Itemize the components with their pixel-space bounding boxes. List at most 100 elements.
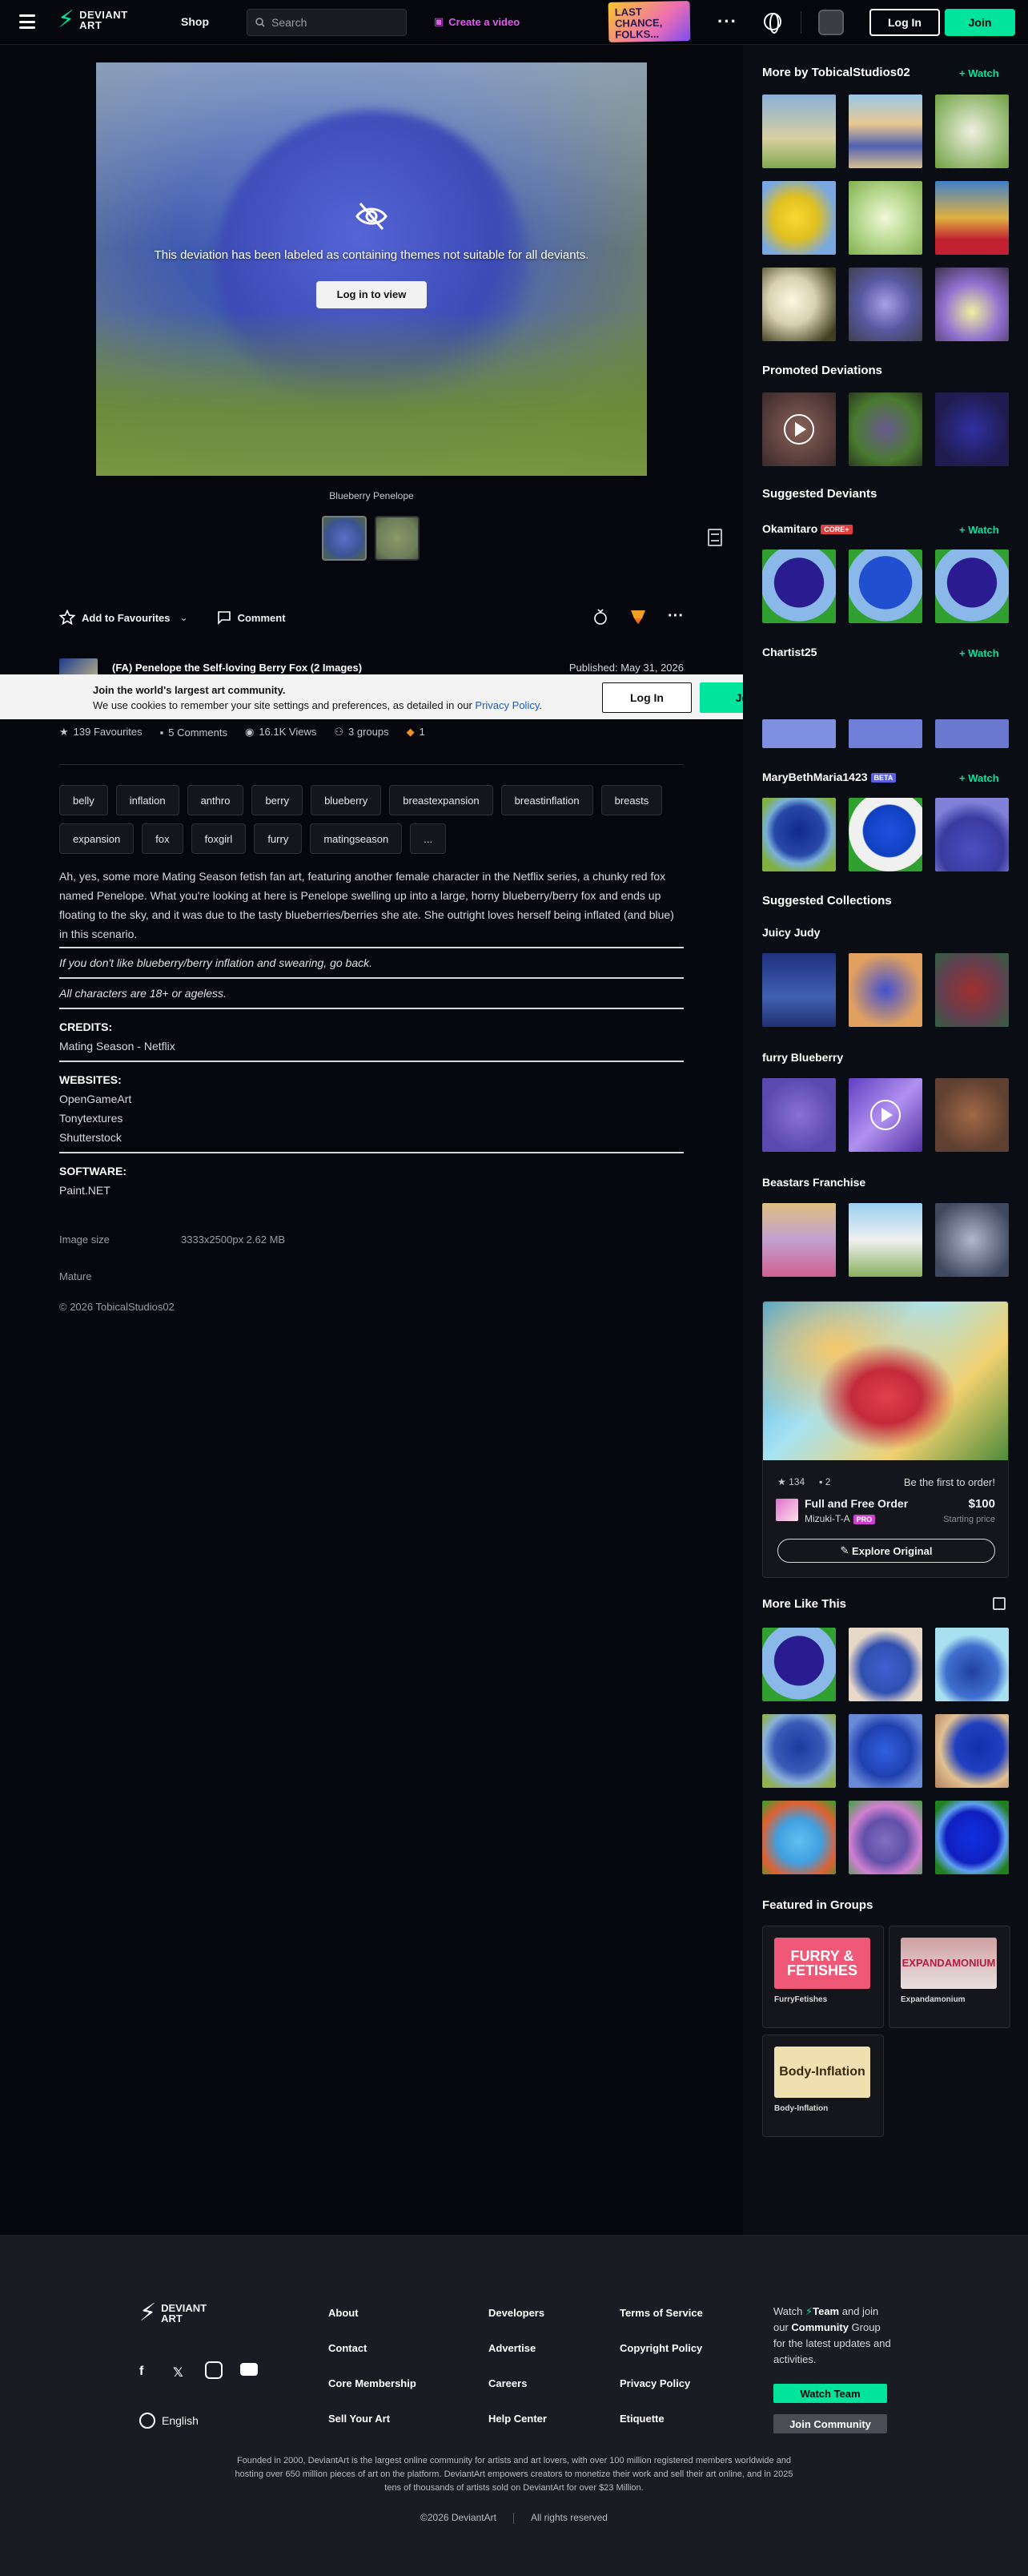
footer-logo[interactable]: ⚡ DEVIANT ART	[139, 2299, 207, 2327]
footer-link-about[interactable]: About	[328, 2307, 359, 2319]
okamitaro-thumb-3[interactable]	[935, 549, 1009, 623]
join-community-button[interactable]: Join Community	[773, 2414, 887, 2433]
more-by-thumb-7[interactable]	[762, 268, 836, 341]
add-to-favourites-button[interactable]: Add to Favourites	[59, 610, 171, 626]
thumbnail-1[interactable]	[322, 516, 367, 561]
promo-banner[interactable]: LAST CHANCE, FOLKS...	[608, 1, 691, 42]
watch-button[interactable]: + Watch	[959, 67, 999, 79]
footer-link-terms[interactable]: Terms of Service	[620, 2307, 703, 2319]
menu-icon[interactable]	[19, 14, 35, 29]
x-icon[interactable]: 𝕏	[173, 2365, 183, 2381]
furry-blueberry-thumb-1[interactable]	[762, 1078, 836, 1152]
tag-chip[interactable]: foxgirl	[191, 823, 247, 854]
chartist25-thumb-1[interactable]	[762, 719, 836, 748]
globe-icon[interactable]	[764, 13, 781, 34]
watch-team-button[interactable]: Watch Team	[773, 2384, 887, 2403]
tag-chip[interactable]: inflation	[115, 785, 179, 815]
promoted-thumb-2[interactable]	[849, 392, 922, 466]
comments-count[interactable]: ▪ 5 Comments	[160, 727, 227, 739]
chartist25-thumb-3[interactable]	[935, 719, 1009, 748]
more-by-thumb-9[interactable]	[935, 268, 1009, 341]
more-like-thumb-6[interactable]	[935, 1714, 1009, 1788]
language-selector[interactable]: English	[139, 2413, 199, 2429]
footer-link-advertise[interactable]: Advertise	[488, 2342, 536, 2354]
juicy-judy-thumb-2[interactable]	[849, 953, 922, 1027]
deviant-name-chartist25[interactable]: Chartist25	[762, 646, 817, 658]
nav-shop[interactable]: Shop	[181, 15, 209, 28]
more-like-thumb-8[interactable]	[849, 1801, 922, 1874]
okamitaro-thumb-2[interactable]	[849, 549, 922, 623]
promo-card-title[interactable]: Full and Free Order	[805, 1497, 908, 1510]
tag-chip[interactable]: anthro	[187, 785, 244, 815]
tag-chip[interactable]: fox	[142, 823, 183, 854]
more-by-thumb-8[interactable]	[849, 268, 922, 341]
watch-chartist25-button[interactable]: + Watch	[959, 647, 999, 659]
more-options-icon[interactable]: ···	[668, 607, 684, 626]
facebook-icon[interactable]: f	[139, 2365, 143, 2379]
footer-link-core-membership[interactable]: Core Membership	[328, 2377, 416, 2389]
more-by-thumb-6[interactable]	[935, 181, 1009, 255]
footer-link-contact[interactable]: Contact	[328, 2342, 367, 2354]
seller-avatar[interactable]	[776, 1499, 798, 1521]
footer-link-privacy-policy[interactable]: Privacy Policy	[620, 2377, 690, 2389]
avatar[interactable]	[818, 10, 844, 35]
footer-link-sell-your-art[interactable]: Sell Your Art	[328, 2413, 390, 2425]
group-card-expandamonium[interactable]: EXPANDAMONIUM Expandamonium	[889, 1926, 1010, 2028]
tag-chip[interactable]: furry	[254, 823, 303, 854]
more-by-heading[interactable]: More by TobicalStudios02	[762, 66, 910, 79]
youtube-icon[interactable]	[240, 2363, 258, 2376]
collection-furry-blueberry[interactable]: furry Blueberry	[762, 1051, 843, 1064]
tag-chip[interactable]: matingseason	[310, 823, 403, 854]
tag-chip[interactable]: ...	[410, 823, 447, 854]
footer-link-developers[interactable]: Developers	[488, 2307, 544, 2319]
footer-link-help-center[interactable]: Help Center	[488, 2413, 547, 2425]
beastars-thumb-2[interactable]	[849, 1203, 922, 1277]
tag-chip[interactable]: blueberry	[311, 785, 382, 815]
tag-chip[interactable]: expansion	[59, 823, 135, 854]
more-by-thumb-3[interactable]	[935, 95, 1009, 168]
furry-blueberry-thumb-3[interactable]	[935, 1078, 1009, 1152]
more-like-thumb-4[interactable]	[762, 1714, 836, 1788]
collection-juicy-judy[interactable]: Juicy Judy	[762, 926, 820, 939]
chartist25-thumb-2[interactable]	[849, 719, 922, 748]
promoted-thumb-3[interactable]	[935, 392, 1009, 466]
beastars-thumb-1[interactable]	[762, 1203, 836, 1277]
more-like-thumb-5[interactable]	[849, 1714, 922, 1788]
visual-search-icon[interactable]	[993, 1597, 1006, 1610]
film-strip-icon[interactable]	[708, 529, 722, 546]
badge-icon[interactable]	[629, 609, 647, 625]
deviant-name-marybethmaria1423[interactable]: MaryBethMaria1423 BETA	[762, 771, 897, 783]
explore-original-button[interactable]: ✎ Explore Original	[777, 1539, 995, 1563]
deviantart-logo[interactable]: ⚡ DEVIANT ART	[58, 8, 127, 32]
promo-card-seller[interactable]: Mizuki-T-A PRO	[805, 1513, 876, 1524]
watch-marybethmaria1423-button[interactable]: + Watch	[959, 772, 999, 784]
tag-chip[interactable]: breastinflation	[500, 785, 593, 815]
groups-count[interactable]: ⚇ 3 groups	[334, 726, 388, 739]
promoted-thumb-1[interactable]	[762, 392, 836, 466]
tip-icon[interactable]	[592, 608, 608, 626]
tag-chip[interactable]: belly	[59, 785, 108, 815]
deviant-name-okamitaro[interactable]: Okamitaro CORE+	[762, 522, 853, 535]
thumbnail-2[interactable]	[375, 516, 420, 561]
comment-button[interactable]: Comment	[217, 610, 286, 625]
marybethmaria-thumb-3[interactable]	[935, 798, 1009, 871]
collection-beastars-franchise[interactable]: Beastars Franchise	[762, 1176, 865, 1189]
chevron-down-icon[interactable]: ⌄	[180, 612, 188, 623]
more-like-thumb-3[interactable]	[935, 1628, 1009, 1701]
privacy-policy-link[interactable]: Privacy Policy	[475, 699, 539, 711]
more-by-thumb-1[interactable]	[762, 95, 836, 168]
more-like-thumb-7[interactable]	[762, 1801, 836, 1874]
tag-chip[interactable]: breastexpansion	[389, 785, 493, 815]
more-by-thumb-5[interactable]	[849, 181, 922, 255]
login-button[interactable]: Log In	[869, 9, 940, 36]
promo-card-art[interactable]	[763, 1302, 1008, 1460]
more-by-thumb-2[interactable]	[849, 95, 922, 168]
more-by-thumb-4[interactable]	[762, 181, 836, 255]
more-menu-icon[interactable]: ···	[717, 11, 737, 32]
cookie-login-button[interactable]: Log In	[602, 682, 692, 713]
footer-link-etiquette[interactable]: Etiquette	[620, 2413, 665, 2425]
marybethmaria-thumb-1[interactable]	[762, 798, 836, 871]
juicy-judy-thumb-1[interactable]	[762, 953, 836, 1027]
instagram-icon[interactable]	[205, 2361, 223, 2379]
group-card-furryfetishes[interactable]: FURRY & FETISHES FurryFetishes	[762, 1926, 884, 2028]
